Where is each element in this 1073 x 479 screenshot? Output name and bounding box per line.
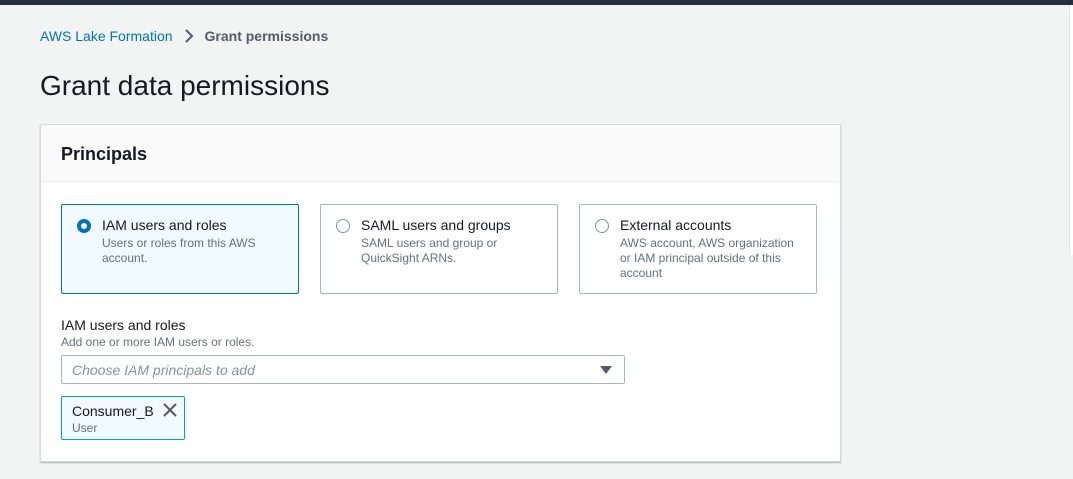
- principals-panel: Principals IAM users and roles Users or …: [40, 124, 841, 462]
- scrollbar-thumb[interactable]: [1069, 5, 1073, 255]
- tile-description: AWS account, AWS organization or IAM pri…: [620, 236, 794, 280]
- principal-type-tiles: IAM users and roles Users or roles from …: [61, 204, 817, 294]
- close-icon[interactable]: [162, 402, 178, 418]
- tile-iam-users-roles[interactable]: IAM users and roles Users or roles from …: [61, 204, 299, 294]
- tile-title: IAM users and roles: [102, 217, 227, 233]
- tile-external-accounts[interactable]: External accounts AWS account, AWS organ…: [579, 204, 817, 294]
- page-scrollbar[interactable]: [1068, 5, 1073, 479]
- radio-iam-users-roles[interactable]: [77, 219, 91, 233]
- radio-saml-users-groups[interactable]: [336, 219, 350, 233]
- field-label: IAM users and roles: [61, 317, 186, 333]
- top-navigation-bar: [0, 0, 1073, 5]
- tile-title: SAML users and groups: [361, 217, 511, 233]
- tile-description: SAML users and group or QuickSight ARNs.: [361, 236, 498, 265]
- breadcrumb-link-lake-formation[interactable]: AWS Lake Formation: [40, 28, 173, 44]
- field-description: Add one or more IAM users or roles.: [61, 335, 255, 349]
- panel-title: Principals: [61, 144, 148, 164]
- radio-external-accounts[interactable]: [595, 219, 609, 233]
- selected-principal-token: Consumer_B User: [61, 396, 185, 440]
- breadcrumb: AWS Lake Formation Grant permissions: [40, 28, 328, 44]
- caret-down-icon[interactable]: [600, 366, 612, 374]
- breadcrumb-current: Grant permissions: [204, 28, 329, 44]
- iam-principals-field: IAM users and roles Add one or more IAM …: [61, 317, 625, 384]
- tile-description: Users or roles from this AWS account.: [102, 236, 256, 265]
- token-type: User: [72, 421, 98, 435]
- iam-principals-select[interactable]: Choose IAM principals to add: [61, 355, 625, 384]
- chevron-right-icon: [179, 28, 199, 44]
- tile-title: External accounts: [620, 217, 732, 233]
- panel-header: Principals: [41, 125, 840, 182]
- page-title: Grant data permissions: [40, 70, 330, 101]
- tile-saml-users-groups[interactable]: SAML users and groups SAML users and gro…: [320, 204, 558, 294]
- select-placeholder: Choose IAM principals to add: [72, 362, 255, 378]
